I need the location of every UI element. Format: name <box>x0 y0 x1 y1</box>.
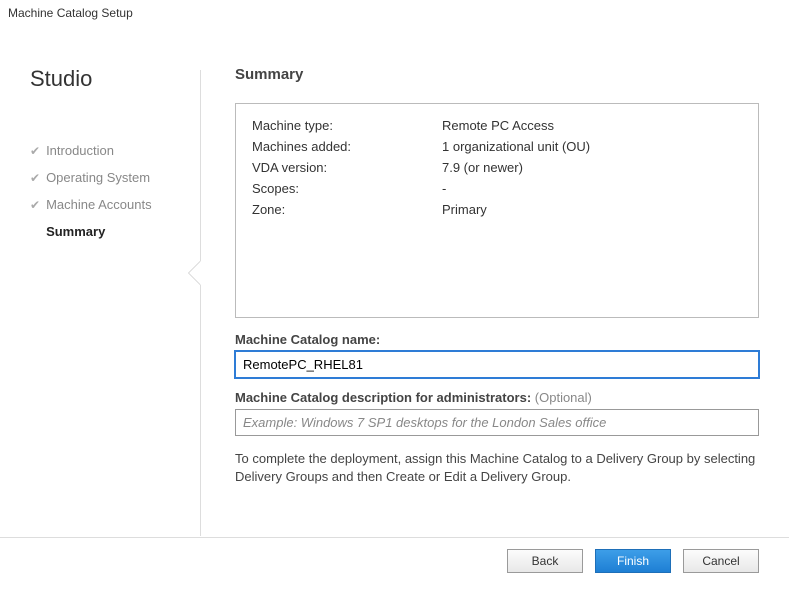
summary-row-scopes: Scopes: - <box>252 181 742 196</box>
button-bar: Back Finish Cancel <box>507 549 759 573</box>
summary-label: Machines added: <box>252 139 442 154</box>
summary-label: Machine type: <box>252 118 442 133</box>
summary-value: Primary <box>442 202 487 217</box>
window-title: Machine Catalog Setup <box>0 0 789 26</box>
summary-label: Zone: <box>252 202 442 217</box>
step-summary[interactable]: ✔ Summary <box>30 218 200 245</box>
step-pointer-icon <box>189 261 201 285</box>
summary-value: - <box>442 181 446 196</box>
summary-row-machines-added: Machines added: 1 organizational unit (O… <box>252 139 742 154</box>
summary-row-zone: Zone: Primary <box>252 202 742 217</box>
brand-title: Studio <box>30 66 200 92</box>
main-panel: Summary Machine type: Remote PC Access M… <box>200 26 789 587</box>
vertical-divider <box>200 70 201 536</box>
step-machine-accounts[interactable]: ✔ Machine Accounts <box>30 191 200 218</box>
summary-value: 1 organizational unit (OU) <box>442 139 590 154</box>
summary-value: Remote PC Access <box>442 118 554 133</box>
summary-value: 7.9 (or newer) <box>442 160 523 175</box>
step-introduction[interactable]: ✔ Introduction <box>30 137 200 164</box>
catalog-name-input[interactable] <box>235 351 759 378</box>
optional-text: (Optional) <box>535 390 592 405</box>
cancel-button[interactable]: Cancel <box>683 549 759 573</box>
bottom-divider <box>0 537 789 538</box>
step-label: Operating System <box>46 170 150 185</box>
step-label: Machine Accounts <box>46 197 152 212</box>
step-label: Summary <box>46 224 105 239</box>
summary-box: Machine type: Remote PC Access Machines … <box>235 103 759 318</box>
finish-button[interactable]: Finish <box>595 549 671 573</box>
summary-label: VDA version: <box>252 160 442 175</box>
summary-row-vda-version: VDA version: 7.9 (or newer) <box>252 160 742 175</box>
check-icon: ✔ <box>30 171 40 185</box>
step-operating-system[interactable]: ✔ Operating System <box>30 164 200 191</box>
summary-row-machine-type: Machine type: Remote PC Access <box>252 118 742 133</box>
step-label: Introduction <box>46 143 114 158</box>
check-icon: ✔ <box>30 144 40 158</box>
help-text: To complete the deployment, assign this … <box>235 450 759 486</box>
panel-heading: Summary <box>235 66 759 83</box>
catalog-desc-input[interactable] <box>235 409 759 436</box>
wizard-steps-list: ✔ Introduction ✔ Operating System ✔ Mach… <box>30 137 200 245</box>
summary-label: Scopes: <box>252 181 442 196</box>
check-icon: ✔ <box>30 198 40 212</box>
catalog-name-label: Machine Catalog name: <box>235 332 759 347</box>
catalog-desc-label: Machine Catalog description for administ… <box>235 390 759 405</box>
wizard-sidebar: Studio ✔ Introduction ✔ Operating System… <box>0 26 200 587</box>
back-button[interactable]: Back <box>507 549 583 573</box>
